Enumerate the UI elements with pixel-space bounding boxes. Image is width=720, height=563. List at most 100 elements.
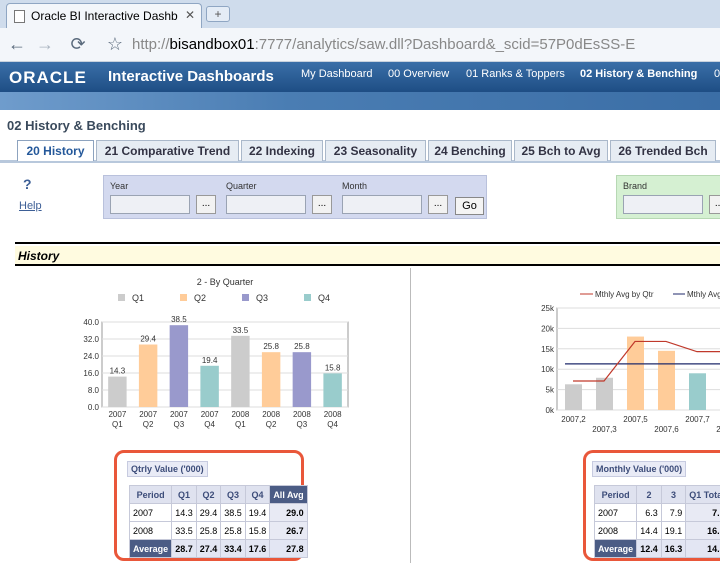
legend-label: Mthly Avg: [687, 290, 720, 299]
table-header: Q4: [244, 485, 271, 504]
new-tab-button[interactable]: +: [206, 6, 230, 22]
dashboard-tabs: 20 History 21 Comparative Trend 22 Index…: [0, 139, 720, 163]
table-cell: 28.7: [171, 539, 197, 558]
legend-label: Q2: [194, 293, 206, 303]
url-scheme: http://: [132, 36, 170, 53]
tab-comparative-trend[interactable]: 21 Comparative Trend: [96, 140, 239, 161]
oracle-logo: ORACLE: [9, 68, 87, 87]
y-tick-label: 10k: [541, 365, 555, 374]
brand-label: Brand: [623, 181, 648, 191]
browser-tab[interactable]: Oracle BI Interactive Dashb ✕: [6, 3, 202, 28]
table-header: Period: [128, 485, 173, 504]
page-title: 02 History & Benching: [7, 118, 146, 133]
table-cell: 26.7: [269, 521, 308, 540]
nav-more[interactable]: 0: [714, 68, 720, 80]
year-input[interactable]: [110, 195, 190, 214]
help-icon[interactable]: ?: [23, 176, 32, 192]
bar: [565, 384, 582, 410]
url-host: bisandbox01: [169, 36, 255, 53]
legend-swatch: [304, 294, 311, 301]
y-tick-label: 24.0: [83, 352, 99, 361]
table-row: 2008 14.4 19.1 16.8: [593, 521, 720, 540]
table-cell: 16.3: [660, 539, 687, 558]
close-tab-icon[interactable]: ✕: [185, 8, 195, 22]
legend-swatch: [118, 294, 125, 301]
qtrly-value-table: Period Q1 Q2 Q3 Q4 All Avg 2007 14.3 29.…: [128, 485, 308, 558]
nav-history-benching[interactable]: 02 History & Benching: [580, 68, 697, 80]
forward-arrow-icon[interactable]: →: [33, 33, 57, 57]
tab-seasonality[interactable]: 23 Seasonality: [325, 140, 426, 161]
tab-indexing[interactable]: 22 Indexing: [241, 140, 323, 161]
table-cell: 15.8: [244, 521, 271, 540]
tab-history[interactable]: 20 History: [17, 140, 94, 161]
nav-ranks-toppers[interactable]: 01 Ranks & Toppers: [466, 68, 565, 80]
url-path: :7777/analytics/saw.dll?Dashboard&_scid=…: [254, 36, 636, 53]
year-browse-button[interactable]: ...: [196, 195, 216, 214]
x-tick-label: 2007: [108, 410, 126, 419]
table-cell: 19.1: [660, 521, 687, 540]
chart-title: 2 - By Quarter: [197, 277, 254, 287]
table-cell: 7.1: [685, 503, 720, 522]
legend-label: Q1: [132, 293, 144, 303]
x-tick-label: Q4: [204, 420, 215, 429]
year-label: Year: [110, 181, 129, 191]
table-header: Q3: [220, 485, 246, 504]
bar: [261, 352, 281, 407]
tab-trended-bch[interactable]: 26 Trended Bch: [610, 140, 716, 161]
qtrly-table-highlight: Qtrly Value ('000) Period Q1 Q2 Q3 Q4 Al…: [114, 450, 308, 561]
brand-filter: Brand ...: [616, 175, 720, 219]
monthly-bar-chart: Mthly Avg by Qtr Mthly Avg 0k 5k 10k 15k 20k 25…: [541, 290, 720, 434]
help-link[interactable]: Help: [19, 200, 42, 212]
x-tick-label: Q2: [143, 420, 154, 429]
data-label: 19.4: [202, 356, 218, 365]
x-tick-label: Q2: [266, 420, 277, 429]
reload-icon[interactable]: ⟳: [66, 33, 90, 57]
table-cell: 7.9: [660, 503, 687, 522]
x-tick-label: 2008: [262, 410, 280, 419]
go-button[interactable]: Go: [455, 197, 484, 215]
back-arrow-icon[interactable]: ←: [5, 33, 29, 57]
y-tick-label: 20k: [541, 324, 555, 333]
bar: [323, 373, 342, 407]
x-tick-label: Q1: [235, 420, 246, 429]
table-cell: 25.8: [220, 521, 246, 540]
bookmark-star-icon[interactable]: ☆: [103, 33, 127, 57]
bar: [231, 335, 250, 407]
bar: [108, 376, 127, 407]
x-tick-label: 2007,5: [623, 415, 648, 424]
brand-input[interactable]: [623, 195, 703, 214]
x-tick-label: 2008: [231, 410, 249, 419]
address-bar[interactable]: http://bisandbox01:7777/analytics/saw.dl…: [128, 33, 720, 57]
table-row: 2007 14.3 29.4 38.5 19.4 29.0: [128, 503, 308, 522]
app-title: Interactive Dashboards: [108, 68, 274, 85]
table-header: 3: [660, 485, 687, 504]
data-label: 25.8: [294, 342, 310, 351]
bar: [689, 373, 706, 410]
quarter-input[interactable]: [226, 195, 306, 214]
month-browse-button[interactable]: ...: [428, 195, 448, 214]
legend-label: Q4: [318, 293, 330, 303]
table-header: Q1 Total: [685, 485, 720, 504]
data-label: 15.8: [325, 363, 341, 372]
x-tick-label: 2007,2: [561, 415, 586, 424]
bar: [138, 344, 158, 407]
month-input[interactable]: [342, 195, 422, 214]
nav-overview[interactable]: 00 Overview: [388, 68, 449, 80]
table-cell: 14.3: [685, 539, 720, 558]
table-cell: 14.3: [171, 503, 197, 522]
quarter-browse-button[interactable]: ...: [312, 195, 332, 214]
x-tick-label: 2007: [139, 410, 157, 419]
table-cell: 2007: [593, 503, 638, 522]
brand-browse-button[interactable]: ...: [709, 195, 720, 214]
nav-my-dashboard[interactable]: My Dashboard: [301, 68, 373, 80]
x-tick-label: 2008: [324, 410, 342, 419]
x-tick-label: Q1: [112, 420, 123, 429]
data-label: 29.4: [140, 335, 156, 344]
table-cell: 33.5: [171, 521, 197, 540]
table-cell: 2007: [128, 503, 173, 522]
x-tick-label: 2007,3: [592, 425, 617, 434]
x-tick-label: 2007,6: [654, 425, 679, 434]
table-cell: 19.4: [244, 503, 271, 522]
tab-bch-to-avg[interactable]: 25 Bch to Avg: [514, 140, 608, 161]
tab-benching[interactable]: 24 Benching: [428, 140, 512, 161]
